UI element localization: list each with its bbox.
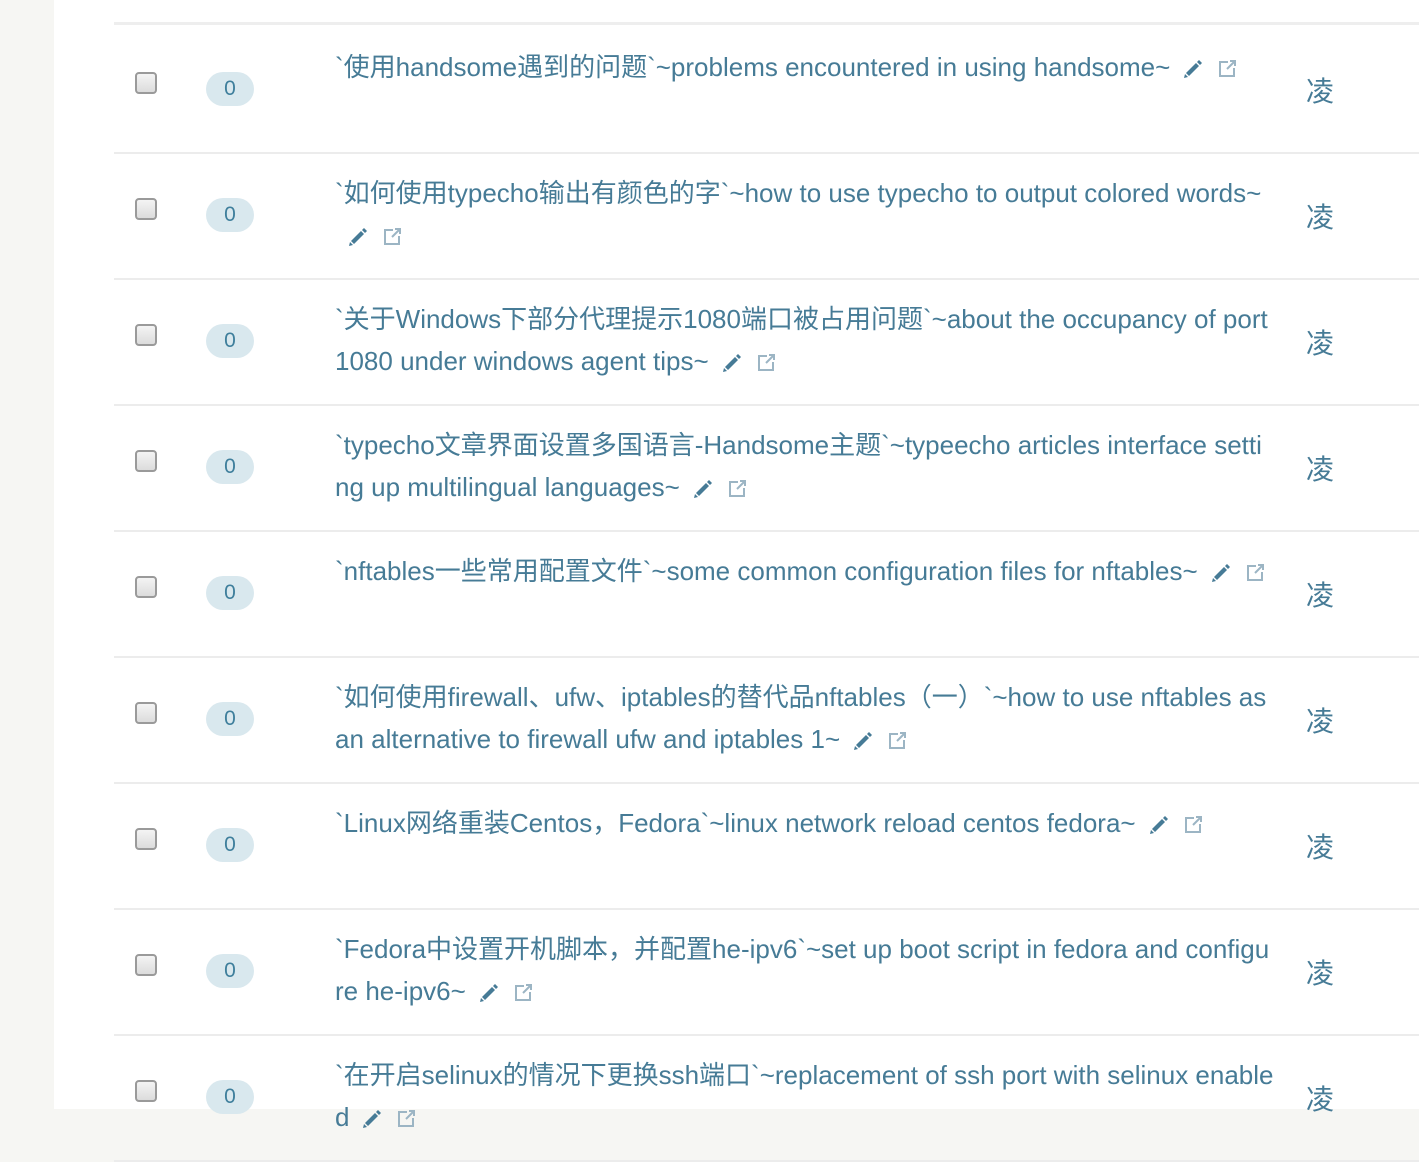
- comment-count-badge[interactable]: 0: [206, 450, 254, 484]
- post-title-link[interactable]: `如何使用typecho输出有颜色的字`~how to use typecho …: [335, 178, 1261, 208]
- table-row: 0 `typecho文章界面设置多国语言-Handsome主题`~typeecho…: [114, 406, 1419, 532]
- author-link[interactable]: 凌: [1306, 322, 1334, 362]
- row-checkbox[interactable]: [135, 576, 157, 598]
- post-list-panel: 0 `使用handsome遇到的问题`~problems encountered …: [54, 0, 1419, 1162]
- author-link[interactable]: 凌: [1306, 952, 1334, 992]
- post-title-link[interactable]: `使用handsome遇到的问题`~problems encountered i…: [335, 52, 1170, 82]
- comment-count-badge[interactable]: 0: [206, 828, 254, 862]
- row-checkbox[interactable]: [135, 1080, 157, 1102]
- post-title: `如何使用typecho输出有颜色的字`~how to use typecho …: [335, 172, 1275, 256]
- post-title: `在开启selinux的情况下更换ssh端口`~replacement of s…: [335, 1054, 1275, 1138]
- row-checkbox[interactable]: [135, 324, 157, 346]
- comment-count-badge[interactable]: 0: [206, 72, 254, 106]
- external-link-icon[interactable]: [1182, 814, 1204, 836]
- post-title-link[interactable]: `如何使用firewall、ufw、iptables的替代品nftables（一…: [335, 682, 1266, 754]
- post-title: `typecho文章界面设置多国语言-Handsome主题`~typeecho …: [335, 424, 1275, 508]
- pencil-icon[interactable]: [1148, 814, 1170, 836]
- comment-count-badge[interactable]: 0: [206, 324, 254, 358]
- author-link[interactable]: 凌: [1306, 196, 1334, 236]
- table-row: 0 `nftables一些常用配置文件`~some common configur…: [114, 532, 1419, 658]
- table-row: 0 `如何使用firewall、ufw、iptables的替代品nftables（…: [114, 658, 1419, 784]
- pencil-icon[interactable]: [478, 982, 500, 1004]
- external-link-icon[interactable]: [1216, 58, 1238, 80]
- comment-count-badge[interactable]: 0: [206, 702, 254, 736]
- pencil-icon[interactable]: [692, 478, 714, 500]
- external-link-icon[interactable]: [1244, 562, 1266, 584]
- external-link-icon[interactable]: [512, 982, 534, 1004]
- post-title: `关于Windows下部分代理提示1080端口被占用问题`~about the …: [335, 298, 1275, 382]
- author-link[interactable]: 凌: [1306, 826, 1334, 866]
- post-title-link[interactable]: `typecho文章界面设置多国语言-Handsome主题`~typeecho …: [335, 430, 1262, 502]
- author-link[interactable]: 凌: [1306, 1078, 1334, 1118]
- row-checkbox[interactable]: [135, 450, 157, 472]
- post-title-link[interactable]: `在开启selinux的情况下更换ssh端口`~replacement of s…: [335, 1060, 1274, 1132]
- external-link-icon[interactable]: [726, 478, 748, 500]
- table-row: 0 `Linux网络重装Centos，Fedora`~linux network …: [114, 784, 1419, 910]
- external-link-icon[interactable]: [381, 226, 403, 248]
- post-title: `使用handsome遇到的问题`~problems encountered i…: [335, 46, 1275, 88]
- table-header: [114, 0, 1419, 25]
- row-checkbox[interactable]: [135, 72, 157, 94]
- external-link-icon[interactable]: [755, 352, 777, 374]
- post-title-link[interactable]: `关于Windows下部分代理提示1080端口被占用问题`~about the …: [335, 304, 1268, 376]
- pencil-icon[interactable]: [361, 1108, 383, 1130]
- table-row: 0 `在开启selinux的情况下更换ssh端口`~replacement of …: [114, 1036, 1419, 1162]
- external-link-icon[interactable]: [886, 730, 908, 752]
- pencil-icon[interactable]: [1182, 58, 1204, 80]
- author-link[interactable]: 凌: [1306, 574, 1334, 614]
- row-checkbox[interactable]: [135, 954, 157, 976]
- post-title-link[interactable]: `nftables一些常用配置文件`~some common configura…: [335, 556, 1198, 586]
- table-row: 0 `使用handsome遇到的问题`~problems encountered …: [114, 28, 1419, 154]
- author-link[interactable]: 凌: [1306, 700, 1334, 740]
- comment-count-badge[interactable]: 0: [206, 198, 254, 232]
- pencil-icon[interactable]: [852, 730, 874, 752]
- post-title-link[interactable]: `Linux网络重装Centos，Fedora`~linux network r…: [335, 808, 1136, 838]
- post-title: `nftables一些常用配置文件`~some common configura…: [335, 550, 1275, 592]
- author-link[interactable]: 凌: [1306, 70, 1334, 110]
- row-checkbox[interactable]: [135, 702, 157, 724]
- comment-count-badge[interactable]: 0: [206, 576, 254, 610]
- row-checkbox[interactable]: [135, 198, 157, 220]
- table-row: 0 `Fedora中设置开机脚本，并配置he-ipv6`~set up boot …: [114, 910, 1419, 1036]
- author-link[interactable]: 凌: [1306, 448, 1334, 488]
- table-row: 0 `如何使用typecho输出有颜色的字`~how to use typecho…: [114, 154, 1419, 280]
- pencil-icon[interactable]: [347, 226, 369, 248]
- pencil-icon[interactable]: [721, 352, 743, 374]
- post-title: `如何使用firewall、ufw、iptables的替代品nftables（一…: [335, 676, 1275, 760]
- comment-count-badge[interactable]: 0: [206, 954, 254, 988]
- table-row: 0 `关于Windows下部分代理提示1080端口被占用问题`~about the…: [114, 280, 1419, 406]
- row-checkbox[interactable]: [135, 828, 157, 850]
- external-link-icon[interactable]: [395, 1108, 417, 1130]
- post-title: `Linux网络重装Centos，Fedora`~linux network r…: [335, 802, 1275, 844]
- post-title: `Fedora中设置开机脚本，并配置he-ipv6`~set up boot s…: [335, 928, 1275, 1012]
- pencil-icon[interactable]: [1210, 562, 1232, 584]
- post-title-link[interactable]: `Fedora中设置开机脚本，并配置he-ipv6`~set up boot s…: [335, 934, 1269, 1006]
